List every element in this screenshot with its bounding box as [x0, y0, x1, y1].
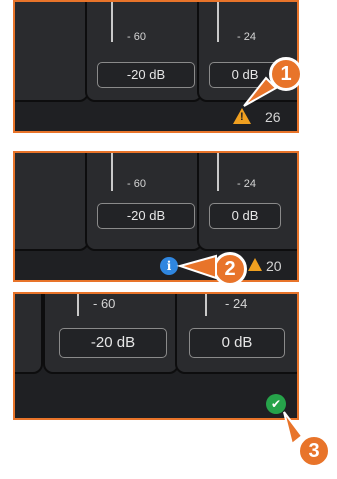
callout-badge-2: 2: [213, 252, 247, 286]
fader-track[interactable]: [217, 153, 219, 191]
mixer-panel-warning: - 60 -20 dB - 24 0 dB ! 26: [13, 0, 299, 133]
tick-label: - 24: [237, 31, 256, 43]
gain-value-field[interactable]: -20 dB: [59, 328, 167, 358]
check-icon[interactable]: ✔: [266, 394, 286, 414]
fader-track[interactable]: [111, 2, 113, 42]
tick-label: - 60: [127, 178, 146, 190]
channel-module-right: - 24 0 dB: [197, 153, 297, 251]
fader-track[interactable]: [77, 294, 79, 316]
tick-label: - 24: [237, 178, 256, 190]
warning-icon[interactable]: [248, 258, 262, 271]
gain-value-field[interactable]: -20 dB: [97, 62, 195, 88]
mixer-panel-info: - 60 -20 dB - 24 0 dB i 20: [13, 151, 299, 282]
channel-module-left: [15, 294, 43, 374]
callout-badge-1: 1: [269, 57, 303, 91]
gain-value-field[interactable]: 0 dB: [209, 203, 281, 229]
tick-label: - 24: [225, 296, 248, 311]
info-icon[interactable]: i: [160, 257, 178, 275]
channel-module-right: - 24 0 dB: [175, 294, 297, 374]
gain-value-field[interactable]: 0 dB: [189, 328, 285, 358]
fader-track[interactable]: [111, 153, 113, 191]
channel-module-middle: - 60 -20 dB: [85, 153, 203, 251]
warning-count: 26: [265, 109, 281, 125]
fader-track[interactable]: [217, 2, 219, 42]
channel-module-middle: - 60 -20 dB: [43, 294, 179, 374]
fader-track[interactable]: [205, 294, 207, 316]
gain-value-field[interactable]: -20 dB: [97, 203, 195, 229]
callout-badge-3: 3: [297, 434, 331, 468]
channel-module-left: [15, 153, 89, 251]
warning-count: 20: [266, 258, 282, 274]
tick-label: - 60: [93, 296, 116, 311]
tick-label: - 60: [127, 31, 146, 43]
warning-icon-mark: !: [240, 111, 244, 123]
channel-module-left: [15, 2, 89, 102]
mixer-panel-ok: - 60 -20 dB - 24 0 dB ✔: [13, 292, 299, 420]
channel-module-middle: - 60 -20 dB: [85, 2, 203, 102]
